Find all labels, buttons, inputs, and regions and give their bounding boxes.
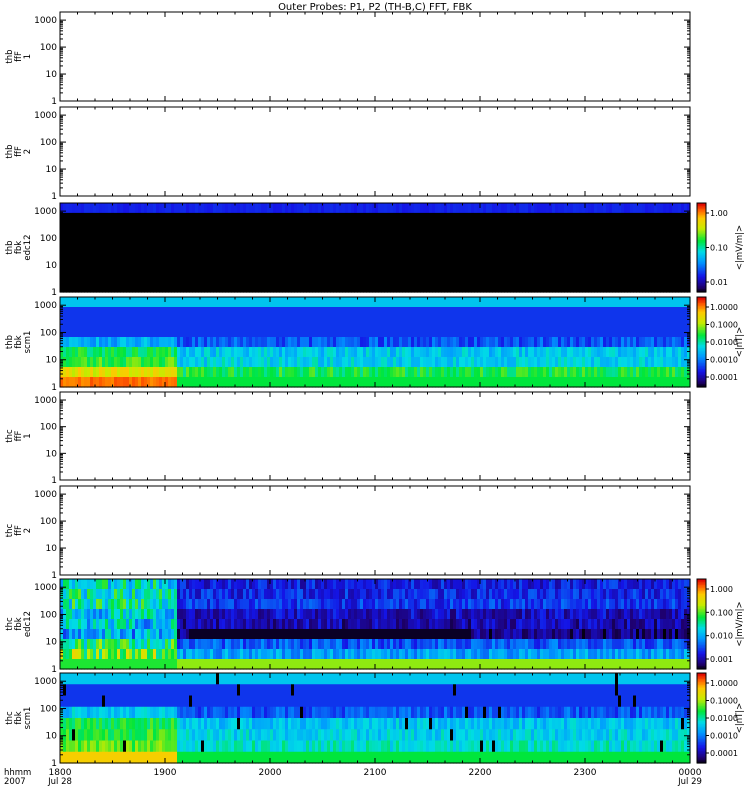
y-tick-label: 10 xyxy=(46,449,58,459)
colorbar-tick-label: 0.10 xyxy=(710,244,728,253)
panel-label-line: edc12 xyxy=(23,234,33,260)
heatmap-cells xyxy=(60,203,691,293)
panel-frame xyxy=(59,106,691,197)
y-tick-label: 1000 xyxy=(34,16,57,26)
y-tick-label: 1000 xyxy=(34,396,57,406)
colorbar-tick-label: 0.0010 xyxy=(710,356,738,365)
colorbar-tick-label: 1.0000 xyxy=(710,303,738,312)
colorbar-tick-label: 0.0100 xyxy=(710,338,738,347)
y-tick-label: 100 xyxy=(40,234,57,244)
panel-label-line: scm1 xyxy=(23,331,33,354)
y-tick-label: 10 xyxy=(46,261,58,271)
panel-frame xyxy=(59,391,691,481)
y-tick-label: 1000 xyxy=(34,301,57,311)
y-tick-label: 1 xyxy=(51,288,57,298)
y-tick-label: 10 xyxy=(46,356,58,366)
panel-7: 1101001000thc fbk edc121.0000.1000.0100.00… xyxy=(5,578,745,675)
y-tick-label: 1 xyxy=(51,192,57,202)
panel-label-line: 1 xyxy=(23,54,33,59)
panel-5: 1101001000thc ffF 1 xyxy=(5,391,691,486)
panel-frame xyxy=(59,485,691,576)
heatmap-cells xyxy=(60,579,691,670)
y-tick-label: 100 xyxy=(40,43,57,53)
y-tick-label: 1 xyxy=(51,476,57,486)
panel-6: 1101001000thc ffF 2 xyxy=(5,485,691,581)
colorbar-unit: <|nT|> xyxy=(735,327,745,358)
y-tick-label: 1000 xyxy=(34,207,57,217)
panel-label-line: 1 xyxy=(23,433,33,438)
y-tick-label: 10 xyxy=(46,70,58,80)
fft-spectrogram-figure: Outer Probes: P1, P2 (TH-B,C) FFT, FBK 1… xyxy=(4,2,745,787)
y-tick-label: 1000 xyxy=(34,490,57,500)
y-tick-label: 100 xyxy=(40,138,57,148)
panel-label-line: 2 xyxy=(23,528,33,533)
colorbar-tick-label: 1.00 xyxy=(710,209,728,218)
y-tick-label: 100 xyxy=(40,517,57,527)
y-tick-label: 1000 xyxy=(34,111,57,121)
y-tick-label: 100 xyxy=(40,328,57,338)
y-tick-label: 1 xyxy=(51,97,57,107)
colorbar-tick-label: 0.1000 xyxy=(710,321,738,330)
colorbar-unit: <|mV/m|> xyxy=(735,225,745,270)
y-tick-label: 10 xyxy=(46,544,58,554)
figure-title: Outer Probes: P1, P2 (TH-B,C) FFT, FBK xyxy=(278,2,472,13)
colorbar-tick-label: 0.01 xyxy=(710,278,728,287)
panel-2: 1101001000thb ffF 2 xyxy=(5,106,691,202)
panel-1: 1101001000thb ffF 1 xyxy=(5,11,691,107)
colorbar: 1.0000 0.1000 0.0100 0.0010 0.0001 <|nT|> xyxy=(696,296,745,388)
panel-3: 1101001000thb fbk edc121.000.100.01<|mV/m|… xyxy=(5,202,745,298)
colorbar-tick-label: 0.0001 xyxy=(710,373,738,382)
spectrogram-panels: 1101001000thb ffF 11101001000thb ffF 2110100… xyxy=(5,11,745,769)
heatmap-cells xyxy=(60,297,691,388)
panel-4: 1101001000thb fbk scm11.00000.10000.01000.… xyxy=(5,296,745,393)
panel-frame xyxy=(59,11,691,102)
colorbar: 1.00 0.10 0.01 <|mV/m|> xyxy=(696,202,745,293)
y-tick-label: 1 xyxy=(51,571,57,581)
y-tick-label: 1 xyxy=(51,383,57,393)
y-tick-label: 100 xyxy=(40,423,57,433)
panel-label-line: 2 xyxy=(23,149,33,154)
y-tick-label: 10 xyxy=(46,165,58,175)
